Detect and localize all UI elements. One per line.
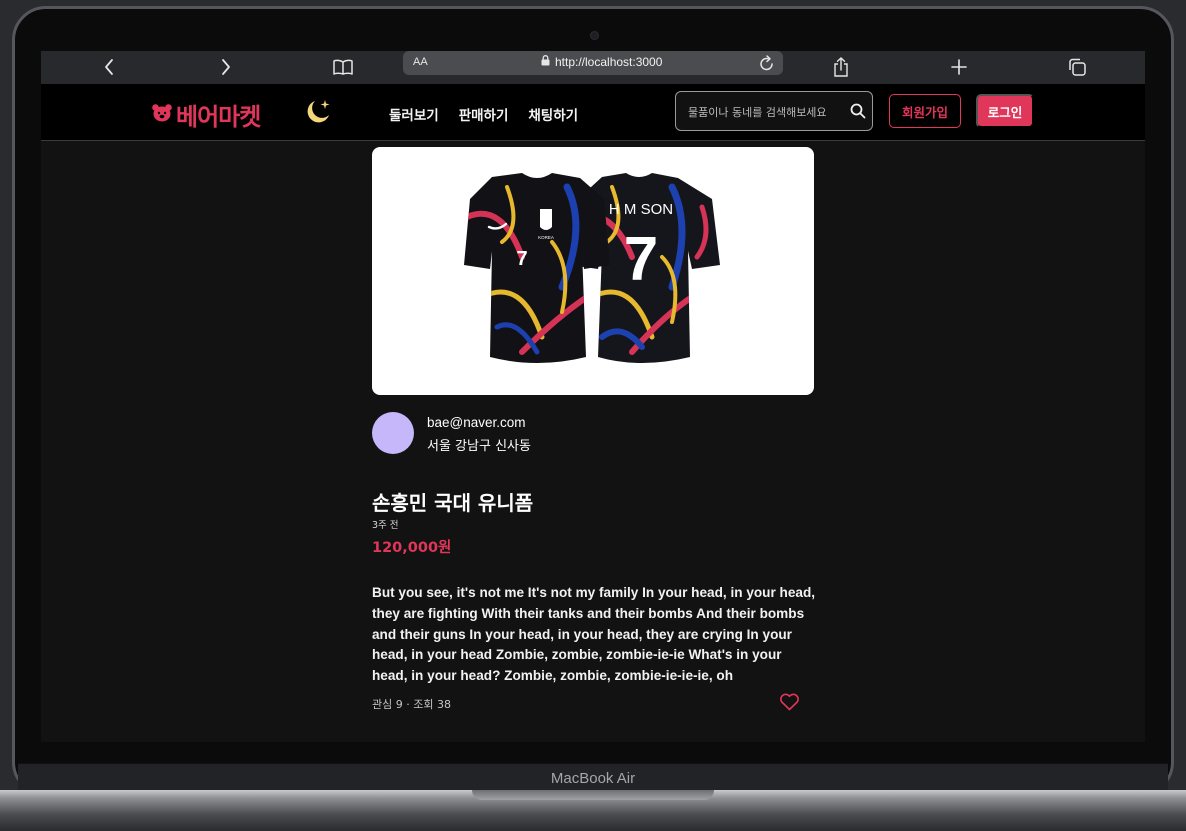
search-icon[interactable] [850,103,866,123]
logo-text: 베어마켓 [176,103,261,131]
logo[interactable]: 베어마켓 [151,97,261,132]
browser-toolbar: AA http://localhost:3000 [41,51,1145,84]
jersey-name: H M SON [609,201,673,218]
camera [590,31,599,40]
search-input[interactable] [686,102,845,122]
signup-button[interactable]: 회원가입 [889,94,961,128]
moon-icon[interactable] [303,97,333,131]
nav-chat[interactable]: 채팅하기 [528,104,578,124]
nav-browse[interactable]: 둘러보기 [389,104,439,124]
jersey-country: KOREA [538,235,554,240]
share-icon[interactable] [831,56,851,78]
new-tab-icon[interactable] [949,56,969,78]
search-box [675,91,873,131]
back-icon[interactable] [99,56,119,78]
main-nav: 둘러보기 판매하기 채팅하기 [389,104,578,124]
lock-icon [541,55,550,69]
heart-icon[interactable] [779,693,800,715]
product-stats: 관심 9 · 조회 38 [372,698,451,711]
jersey-number-front: 7 [516,248,527,270]
posted-time: 3주 전 [372,520,399,531]
product-description: But you see, it's not me It's not my fam… [372,585,816,684]
product-title: 손흥민 국대 유니폼 [372,491,534,515]
login-button[interactable]: 로그인 [976,94,1034,128]
laptop-notch [472,790,714,800]
bear-icon [151,103,173,127]
screen: AA http://localhost:3000 베어마켓 둘러보기 판매하기 … [41,51,1145,742]
tabs-icon[interactable] [1066,56,1088,78]
product-price: 120,000원 [372,540,452,556]
product-image: H M SON 7 KOREA 7 [372,147,814,395]
nav-sell[interactable]: 판매하기 [459,104,509,124]
seller-email: bae@naver.com [427,415,526,430]
bookmarks-icon[interactable] [331,56,355,78]
reload-icon[interactable] [759,54,775,76]
forward-icon[interactable] [216,56,236,78]
address-bar[interactable]: AA http://localhost:3000 [403,51,783,75]
laptop-bezel: MacBook Air [18,763,1168,793]
device-label: MacBook Air [550,770,636,787]
site-header: 베어마켓 둘러보기 판매하기 채팅하기 회원가입 로그인 [41,84,1145,141]
avatar [372,412,414,454]
jersey-number-back: 7 [624,225,658,294]
seller-region: 서울 강남구 신사동 [427,439,531,454]
jersey-front: KOREA 7 [464,173,610,363]
text-size-button[interactable]: AA [413,56,428,68]
url-text: http://localhost:3000 [555,55,663,69]
